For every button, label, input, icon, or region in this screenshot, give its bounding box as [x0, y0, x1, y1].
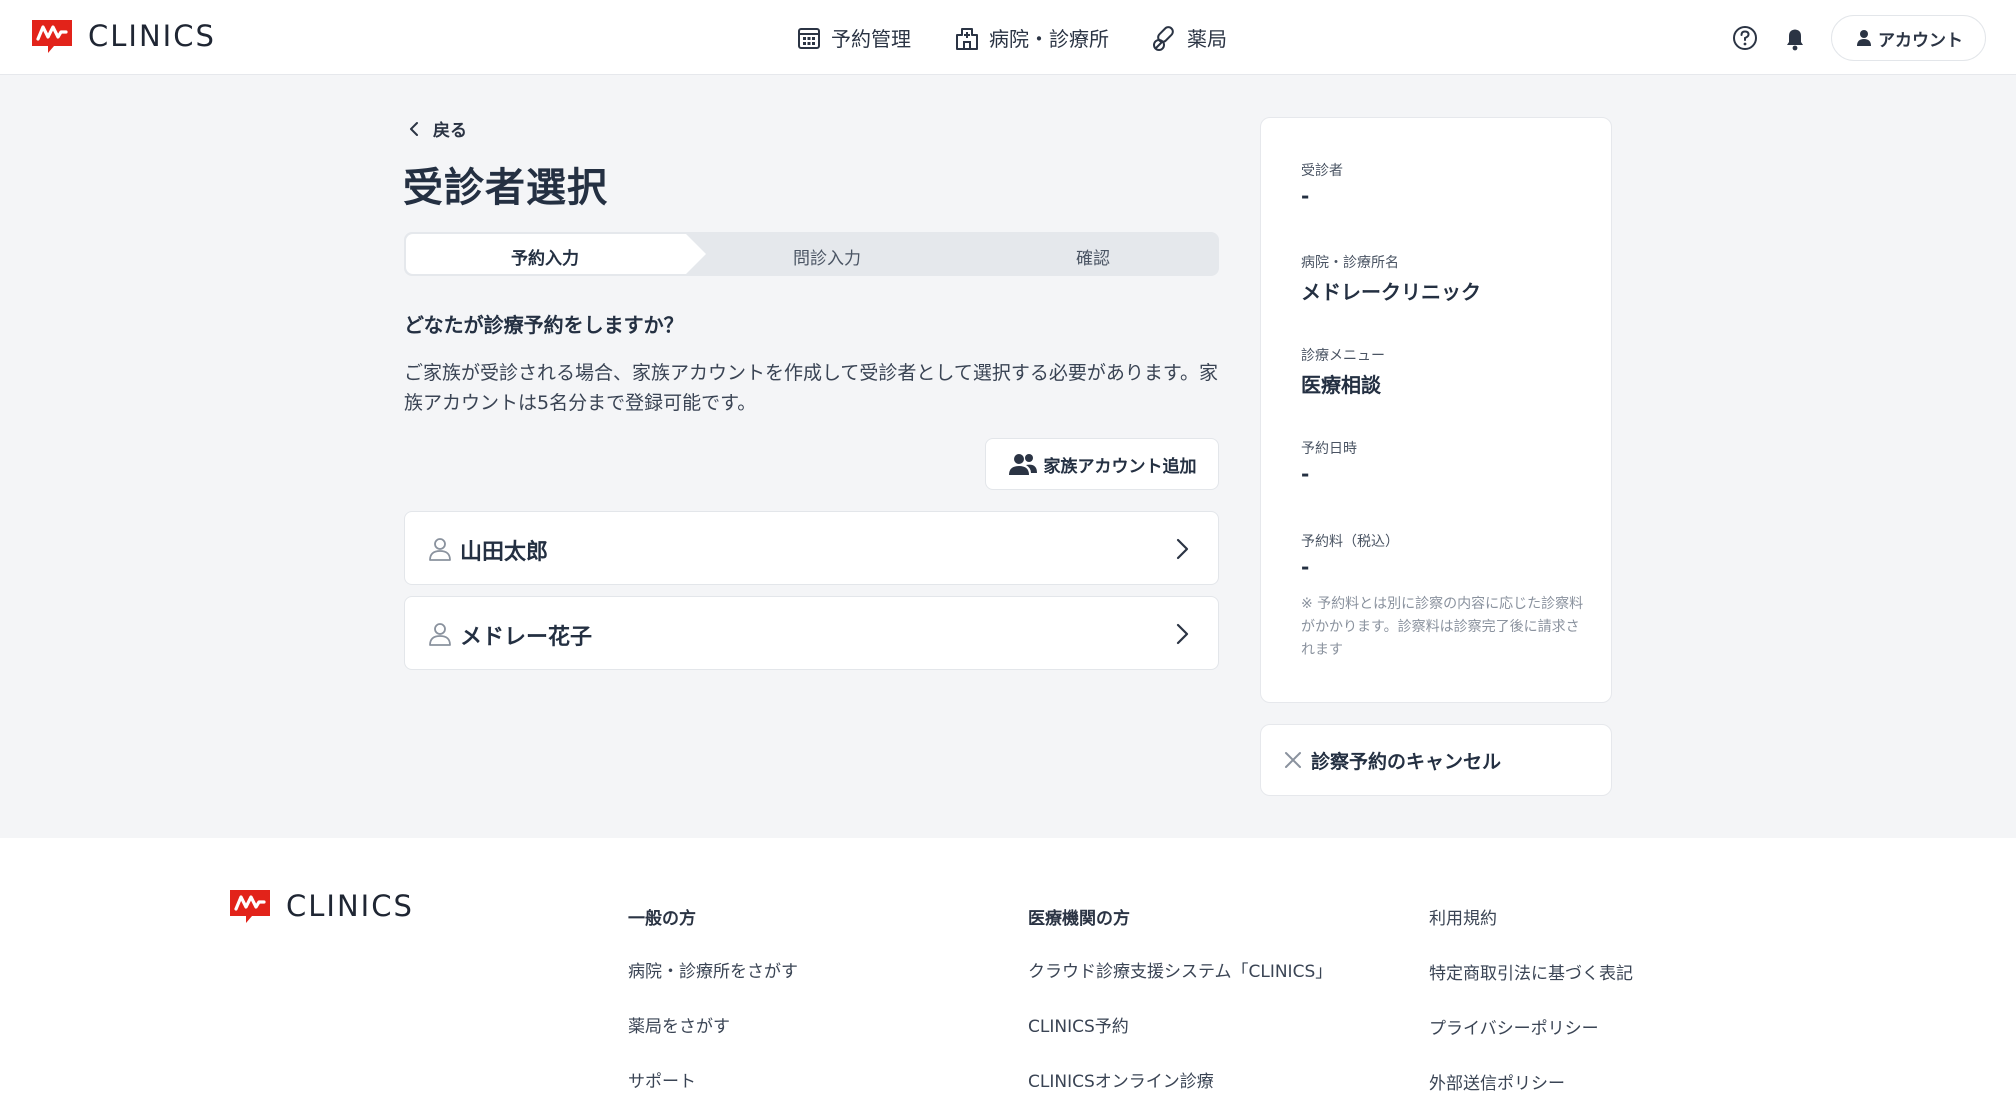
footer-medical-title: 医療機関の方	[1028, 909, 1130, 929]
clinics-logo-icon	[32, 20, 72, 53]
family-description: ご家族が受診される場合、家族アカウントを作成して受診者として選択する必要がありま…	[404, 362, 1218, 414]
summary-menu-value: 医療相談	[1301, 373, 1381, 397]
brand-wordmark: CLINICS	[286, 889, 414, 923]
summary-fee-label: 予約料（税込）	[1301, 534, 1399, 550]
patient-row[interactable]: メドレー花子	[404, 596, 1219, 670]
footer-link[interactable]: サポート	[628, 1067, 696, 1092]
brand-wordmark: CLINICS	[88, 19, 216, 53]
step-questionnaire-input: 問診入力	[793, 249, 861, 269]
hospital-icon	[956, 27, 978, 50]
nav-label: 予約管理	[831, 27, 911, 51]
summary-datetime-label: 予約日時	[1301, 441, 1357, 457]
fee-note: ※ 予約料とは別に診察の内容に応じた診察料がかかります。診察料は診察完了後に請求…	[1301, 596, 1584, 658]
person-icon	[429, 623, 451, 646]
nav-label: 病院・診療所	[989, 27, 1109, 51]
footer-link[interactable]: 利用規約	[1429, 904, 1497, 929]
footer-link[interactable]: 薬局をさがす	[628, 1012, 730, 1037]
summary-menu-label: 診療メニュー	[1301, 348, 1385, 364]
summary-datetime-value: -	[1301, 462, 1310, 486]
footer-general-title: 一般の方	[628, 909, 696, 929]
clinics-logo[interactable]: CLINICS	[28, 16, 216, 56]
footer-link[interactable]: CLINICS予約	[1028, 1012, 1129, 1037]
summary-fee-value: -	[1301, 555, 1310, 579]
footer-clinics-logo[interactable]: CLINICS	[226, 886, 414, 926]
footer-link[interactable]: 特定商取引法に基づく表記	[1429, 959, 1633, 984]
site-footer: CLINICS 一般の方 病院・診療所をさがす 薬局をさがす サポート 医療機関…	[0, 838, 2016, 1105]
step-reservation-input: 予約入力	[511, 249, 579, 269]
question-heading: どなたが診療予約をしますか？	[404, 313, 684, 337]
progress-stepper: 予約入力 問診入力 確認	[404, 232, 1219, 276]
footer-link[interactable]: プライバシーポリシー	[1429, 1014, 1599, 1039]
summary-patient-label: 受診者	[1301, 163, 1343, 179]
summary-clinic-label: 病院・診療所名	[1301, 255, 1399, 271]
summary-clinic-value: メドレークリニック	[1301, 280, 1481, 304]
patient-row[interactable]: 山田太郎	[404, 511, 1219, 585]
pill-icon	[1153, 25, 1174, 51]
footer-link[interactable]: クラウド診療支援システム「CLINICS」	[1028, 957, 1332, 982]
chevron-right-icon	[1176, 623, 1189, 645]
nav-pharmacy[interactable]: 薬局	[1151, 23, 1227, 52]
footer-link[interactable]: 病院・診療所をさがす	[628, 957, 798, 982]
patient-name: メドレー花子	[460, 625, 593, 650]
reservation-summary: 受診者 - 病院・診療所名 メドレークリニック 診療メニュー 医療相談 予約日時…	[1260, 117, 1612, 703]
cancel-label: 診察予約のキャンセル	[1311, 750, 1502, 773]
calendar-icon	[798, 27, 820, 49]
nav-hospitals[interactable]: 病院・診療所	[953, 23, 1109, 52]
nav-reservations[interactable]: 予約管理	[795, 23, 911, 52]
footer-link[interactable]: 外部送信ポリシー	[1429, 1069, 1565, 1094]
clinics-logo-icon	[230, 890, 270, 923]
footer-link[interactable]: CLINICSオンライン診療	[1028, 1067, 1214, 1092]
page-title: 受診者選択	[403, 165, 608, 211]
close-icon	[1285, 752, 1301, 768]
help-icon[interactable]	[1730, 23, 1760, 53]
family-icon	[1008, 454, 1037, 475]
account-button[interactable]: アカウント	[1831, 15, 1986, 61]
account-label: アカウント	[1878, 30, 1963, 51]
chevron-left-icon	[410, 121, 418, 136]
cancel-reservation-button[interactable]: 診察予約のキャンセル	[1260, 724, 1612, 796]
top-header: CLINICS 予約管理 病院・診療所 薬局 アカウント	[0, 0, 2016, 75]
person-icon	[429, 538, 451, 561]
main-nav: 予約管理 病院・診療所 薬局	[795, 0, 1269, 75]
patient-name: 山田太郎	[460, 540, 549, 565]
add-family-account-button[interactable]: 家族アカウント追加	[985, 438, 1219, 490]
bell-icon[interactable]	[1780, 23, 1810, 53]
add-family-label: 家族アカウント追加	[1043, 456, 1197, 477]
user-icon	[1857, 30, 1871, 46]
chevron-right-icon	[1176, 538, 1189, 560]
back-link[interactable]: 戻る	[405, 116, 467, 141]
step-confirm: 確認	[1076, 249, 1110, 269]
nav-label: 薬局	[1187, 27, 1227, 51]
back-label: 戻る	[433, 121, 467, 141]
summary-patient-value: -	[1301, 184, 1310, 208]
